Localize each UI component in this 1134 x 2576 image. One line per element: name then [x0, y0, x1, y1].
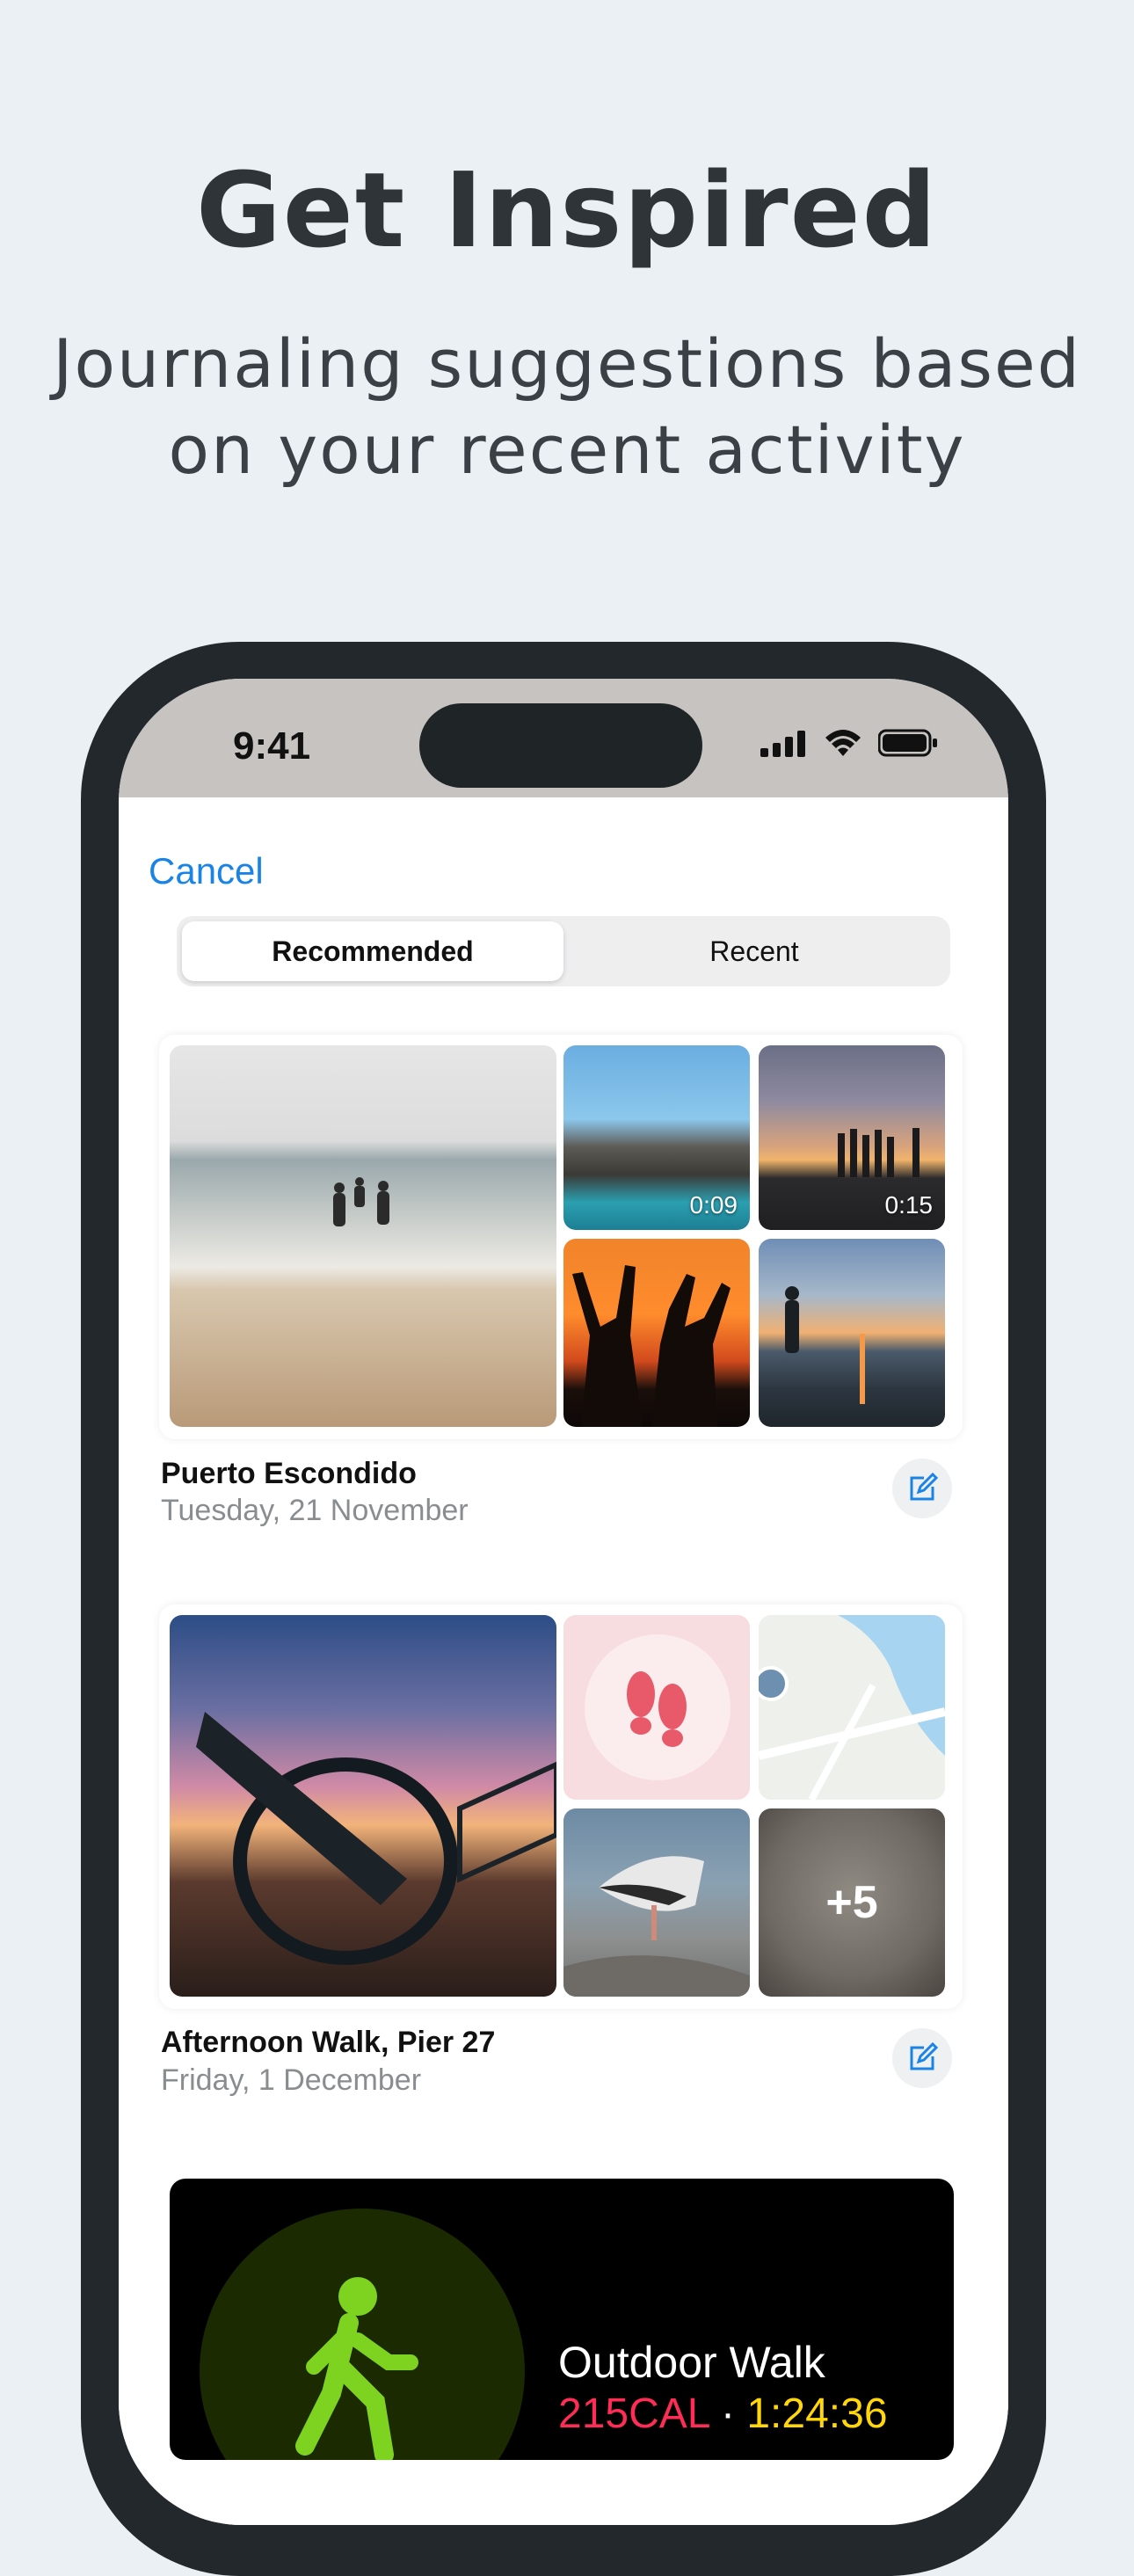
compose-icon — [910, 2042, 938, 2070]
compose-button[interactable] — [892, 2028, 952, 2088]
workout-card[interactable]: Outdoor Walk 215CAL · 1:24:36 — [170, 2179, 954, 2460]
suggestion-title: Afternoon Walk, Pier 27 — [161, 2026, 496, 2059]
more-photos-tile[interactable]: +5 — [759, 1808, 945, 1997]
dancing-silhouettes-photo — [563, 1239, 750, 1427]
suggestion-date: Tuesday, 21 November — [161, 1494, 469, 1527]
walking-figure-icon — [295, 2277, 418, 2460]
beach-photo — [170, 1045, 556, 1427]
suggestion-date: Friday, 1 December — [161, 2063, 422, 2097]
wifi-icon — [824, 728, 862, 762]
status-icons — [760, 728, 938, 762]
workout-stats: 215CAL · 1:24:36 — [558, 2390, 888, 2438]
map-thumbnail — [759, 1615, 945, 1800]
pier-bench-photo — [170, 1615, 556, 1997]
workout-calories: 215CAL — [558, 2390, 709, 2437]
battery-icon — [877, 729, 938, 761]
subheadline-line-1: Journaling suggestions based — [53, 324, 1081, 403]
sunset-sea-photo — [759, 1239, 945, 1427]
footprints-icon — [627, 1671, 687, 1747]
stats-separator: · — [721, 2390, 736, 2437]
steps-photo — [563, 1615, 750, 1800]
subheadline: Journaling suggestions based on your rec… — [53, 321, 1081, 493]
video-duration: 0:09 — [689, 1191, 738, 1219]
video-duration: 0:15 — [884, 1191, 934, 1219]
tab-recent[interactable]: Recent — [563, 921, 945, 981]
compose-button[interactable] — [892, 1459, 952, 1518]
more-photos-count: +5 — [825, 1877, 878, 1928]
status-time: 9:41 — [233, 724, 311, 768]
suggestion-card-walk[interactable]: +5 — [159, 1605, 963, 2009]
walk-icon-circle — [200, 2209, 525, 2460]
workout-duration: 1:24:36 — [746, 2390, 888, 2437]
suggestion-title: Puerto Escondido — [161, 1457, 417, 1490]
headline: Get Inspired — [195, 149, 939, 271]
cancel-button[interactable]: Cancel — [149, 850, 264, 892]
subheadline-line-2: on your recent activity — [168, 411, 966, 489]
tab-recommended[interactable]: Recommended — [182, 921, 563, 981]
compose-icon — [910, 1473, 938, 1501]
sunset-group-video: 0:15 — [759, 1045, 945, 1230]
status-bar: 9:41 — [119, 679, 1008, 797]
cliff-jump-video: 0:09 — [563, 1045, 750, 1230]
dynamic-island — [419, 703, 702, 788]
seagull-photo — [563, 1808, 750, 1997]
suggestion-card-photos[interactable]: 0:09 0:15 — [159, 1035, 963, 1439]
workout-title: Outdoor Walk — [558, 2338, 825, 2387]
segmented-control: Recommended Recent — [177, 916, 950, 986]
cellular-signal-icon — [760, 729, 808, 761]
